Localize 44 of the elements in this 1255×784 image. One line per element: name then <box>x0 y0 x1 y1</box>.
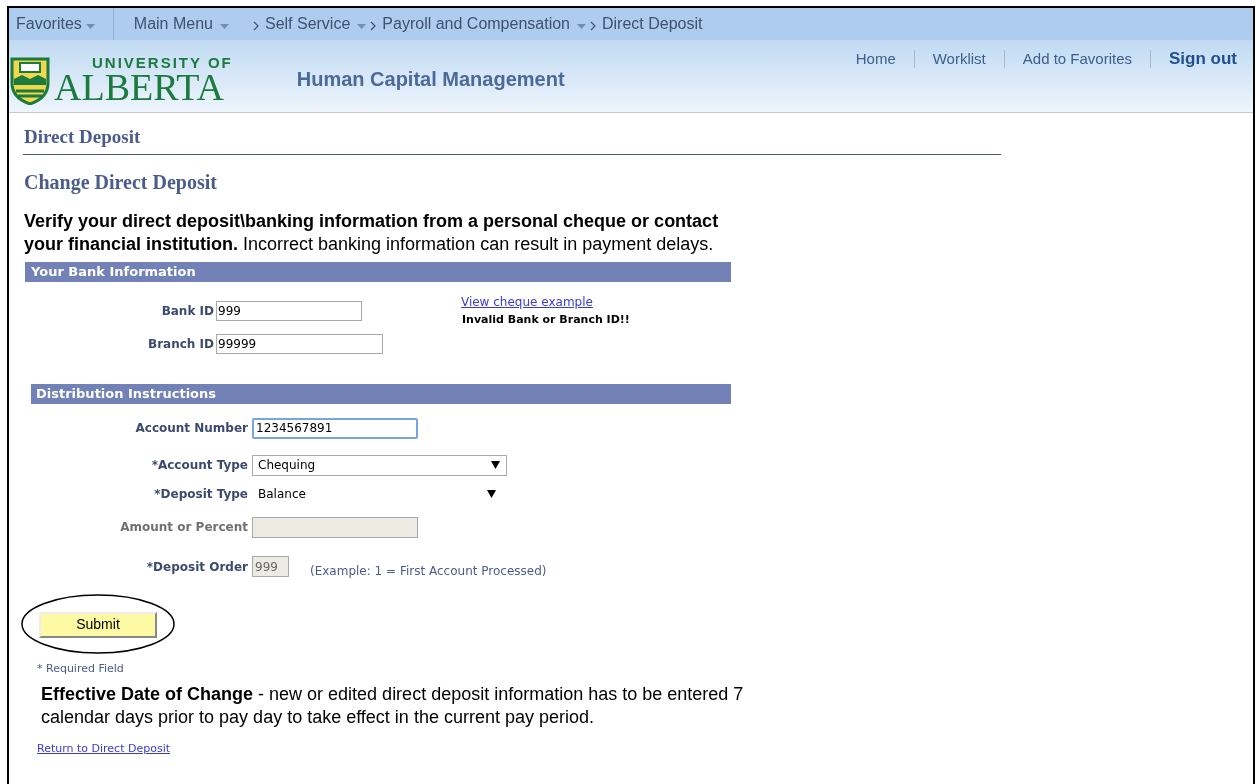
breadcrumb-link[interactable]: Main Menu <box>133 12 229 36</box>
field-label: *Account Type <box>150 457 249 474</box>
intro-text: Verify your direct deposit\banking information from a personal cheque or contact your financial institution. Incorrect banking information can result in payment delays. <box>23 209 720 256</box>
page-title: Direct Deposit <box>23 113 1001 155</box>
header-link[interactable]: Sign out <box>1169 46 1237 72</box>
logo-text: UNIVERSITY OF <box>92 55 233 70</box>
breadcrumb-link[interactable]: Self Service <box>264 12 367 36</box>
submit-button[interactable]: Submit <box>39 611 157 638</box>
header-link[interactable]: Add to Favorites <box>1022 47 1132 70</box>
text-field[interactable]: 1234567891 <box>252 417 418 439</box>
field-label: *Deposit Order <box>145 558 249 576</box>
text-field[interactable]: 999 <box>216 300 362 321</box>
dropdown[interactable]: Chequing <box>252 454 507 476</box>
chevron-icon <box>252 20 259 31</box>
required-field-note: * Required Field <box>37 660 125 677</box>
breadcrumb-link[interactable]: Direct Deposit <box>602 12 703 36</box>
breadcrumb-link[interactable]: Payroll and Compensation <box>382 12 586 36</box>
field-label: Branch ID <box>147 335 215 353</box>
chevron-icon <box>590 20 596 31</box>
error-message: Invalid Bank or Branch ID!! <box>462 311 630 328</box>
chevron-icon <box>370 20 377 31</box>
caret-icon <box>577 23 586 29</box>
return-link[interactable]: Return to Direct Deposit <box>37 742 171 755</box>
text-field[interactable]: 99999 <box>216 333 383 354</box>
effective-date-note: Effective Date of Change - new or edited direct deposit information has to be entered 7 calendar days prior to pay day to take effect in the current pay period. <box>41 683 745 729</box>
header-link[interactable]: Home <box>855 47 896 70</box>
field-label: Amount or Percent <box>119 519 249 536</box>
field-label: Bank ID <box>160 302 215 320</box>
example-hint: (Example: 1 = First Account Processed) <box>310 562 547 580</box>
dropdown-arrow-icon <box>487 490 496 498</box>
section-header: Your Bank Information <box>25 261 731 282</box>
dropdown-arrow-icon <box>491 461 500 469</box>
header-link[interactable]: Worklist <box>932 47 986 70</box>
page-subtitle: Change Direct Deposit <box>23 169 218 196</box>
dropdown[interactable]: Balance <box>252 483 502 505</box>
app-title: Human Capital Management <box>296 67 565 92</box>
logo-text: ALBERTA <box>54 70 224 104</box>
field-label: Account Number <box>134 420 249 437</box>
field-label: *Deposit Type <box>153 486 249 503</box>
caret-icon <box>85 23 95 29</box>
section-header: Distribution Instructions <box>31 383 731 404</box>
cheque-example-link[interactable]: View cheque example <box>460 292 593 311</box>
caret-icon <box>357 23 367 29</box>
caret-icon <box>219 23 229 29</box>
